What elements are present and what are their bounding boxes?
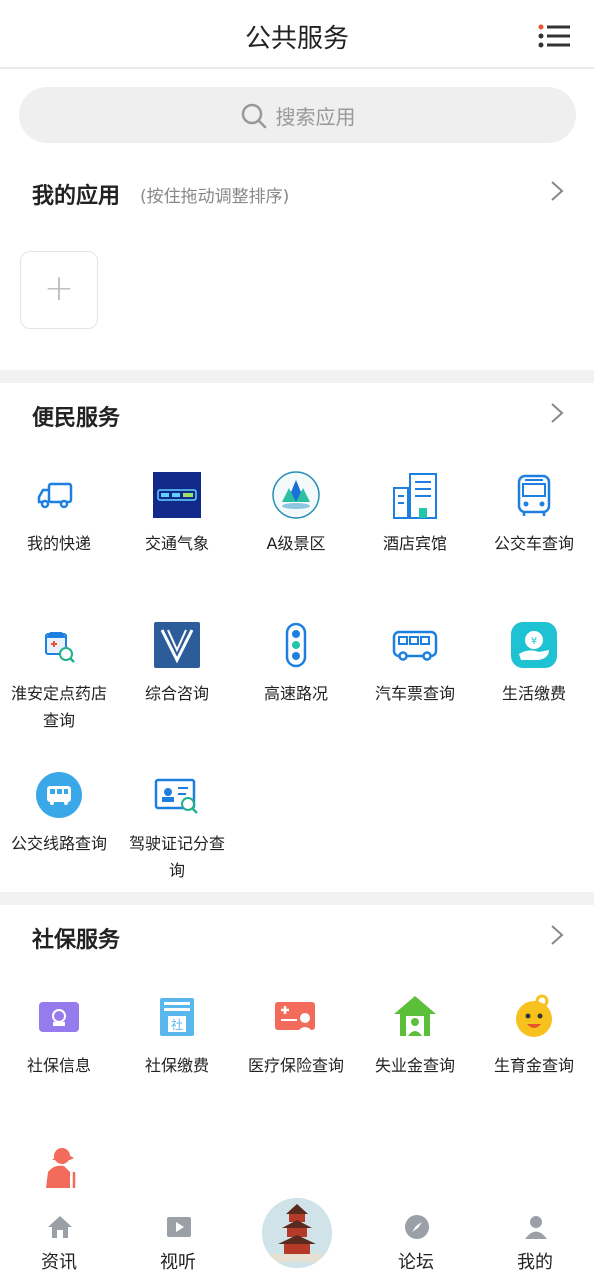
truck-icon bbox=[37, 482, 73, 509]
service-label: 生活缴费 bbox=[501, 684, 566, 703]
service-label: 汽车票查询 bbox=[374, 684, 455, 703]
tower-center-button[interactable] bbox=[262, 1198, 332, 1268]
service-label: 我的快递 bbox=[26, 534, 91, 553]
add-app-button[interactable]: + bbox=[20, 251, 98, 329]
service-consult[interactable]: 综合咨询 bbox=[118, 620, 236, 760]
service-traffic-weather[interactable]: 交通气象 bbox=[118, 470, 236, 610]
bill-payment-icon: ¥ bbox=[511, 622, 557, 668]
tab-mine[interactable]: 我的 bbox=[495, 1200, 575, 1280]
service-label: 驾驶证记分查询 bbox=[128, 834, 225, 880]
service-label: 综合咨询 bbox=[144, 684, 209, 703]
service-label: 高速路况 bbox=[263, 684, 328, 703]
consult-icon bbox=[154, 622, 200, 668]
service-label: 社保缴费 bbox=[144, 1056, 209, 1075]
service-label: 淮安定点药店查询 bbox=[10, 684, 107, 730]
service-pharmacy[interactable]: 淮安定点药店查询 bbox=[0, 620, 118, 760]
maternity-icon bbox=[516, 994, 552, 1037]
tab-news[interactable]: 资讯 bbox=[19, 1200, 99, 1280]
service-label: 交通气象 bbox=[144, 534, 209, 553]
social-medical[interactable]: 医疗保险查询 bbox=[237, 992, 355, 1132]
service-label: 生育金查询 bbox=[493, 1056, 574, 1075]
convenience-header[interactable]: 便民服务 bbox=[0, 392, 594, 436]
convenience-title: 便民服务 bbox=[32, 406, 121, 431]
search-icon bbox=[241, 103, 266, 128]
section-divider bbox=[0, 370, 594, 383]
chevron-right-icon[interactable] bbox=[550, 180, 564, 202]
social-unemployment[interactable]: 失业金查询 bbox=[356, 992, 474, 1132]
tower-center-icon bbox=[262, 1198, 332, 1268]
tab-label: 视听 bbox=[160, 1252, 196, 1273]
app-header: 公共服务 bbox=[0, 0, 594, 69]
search-placeholder: 搜索应用 bbox=[275, 105, 356, 129]
service-bus[interactable]: 公交车查询 bbox=[475, 470, 593, 610]
social-pay-icon: 社 bbox=[160, 998, 194, 1036]
service-label: 公交线路查询 bbox=[10, 834, 107, 853]
elderly-icon bbox=[46, 1148, 76, 1188]
hotel-icon bbox=[393, 473, 437, 519]
search-input[interactable]: 搜索应用 bbox=[19, 87, 576, 143]
social-title: 社保服务 bbox=[32, 928, 121, 953]
tab-video[interactable]: 视听 bbox=[138, 1200, 218, 1280]
social-maternity[interactable]: 生育金查询 bbox=[475, 992, 593, 1132]
coach-icon bbox=[392, 630, 438, 661]
tab-label: 我的 bbox=[517, 1252, 553, 1273]
my-apps-title: 我的应用 bbox=[32, 184, 121, 209]
bus-icon bbox=[517, 474, 551, 516]
my-apps-header[interactable]: 我的应用 (按住拖动调整排序) bbox=[0, 170, 594, 214]
tab-label: 论坛 bbox=[398, 1252, 434, 1273]
page-title: 公共服务 bbox=[244, 24, 349, 54]
plus-icon: + bbox=[43, 268, 75, 309]
pharmacy-search-icon bbox=[45, 632, 75, 663]
service-bill-payment[interactable]: ¥ 生活缴费 bbox=[475, 620, 593, 760]
traffic-weather-icon bbox=[153, 472, 201, 518]
chevron-right-icon[interactable] bbox=[550, 924, 564, 946]
service-a-scenic[interactable]: A级景区 bbox=[237, 470, 355, 610]
service-label: 公交车查询 bbox=[493, 534, 574, 553]
unemployment-icon bbox=[394, 996, 436, 1036]
service-label: A级景区 bbox=[266, 534, 326, 553]
svg-text:¥: ¥ bbox=[531, 636, 537, 647]
social-header[interactable]: 社保服务 bbox=[0, 914, 594, 958]
service-my-express[interactable]: 我的快递 bbox=[0, 470, 118, 610]
service-bus-route[interactable]: 公交线路查询 bbox=[0, 770, 118, 910]
video-icon bbox=[167, 1217, 191, 1237]
bus-route-icon bbox=[36, 772, 82, 818]
compass-icon bbox=[405, 1215, 429, 1239]
social-info-icon bbox=[39, 1002, 79, 1032]
medical-insurance-icon bbox=[275, 1002, 315, 1032]
service-label: 失业金查询 bbox=[374, 1056, 455, 1075]
service-highway[interactable]: 高速路况 bbox=[237, 620, 355, 760]
svg-text:社: 社 bbox=[171, 1017, 183, 1032]
user-icon bbox=[525, 1216, 547, 1239]
tab-forum[interactable]: 论坛 bbox=[376, 1200, 456, 1280]
home-icon bbox=[48, 1216, 72, 1238]
section-divider bbox=[0, 892, 594, 905]
my-apps-hint: (按住拖动调整排序) bbox=[140, 187, 290, 207]
service-label: 酒店宾馆 bbox=[382, 534, 447, 553]
chevron-right-icon[interactable] bbox=[550, 402, 564, 424]
service-hotel[interactable]: 酒店宾馆 bbox=[356, 470, 474, 610]
service-label: 医疗保险查询 bbox=[247, 1056, 344, 1075]
tab-label: 资讯 bbox=[41, 1252, 77, 1273]
social-pay[interactable]: 社 社保缴费 bbox=[118, 992, 236, 1132]
license-search-icon bbox=[154, 778, 198, 814]
social-info[interactable]: 社保信息 bbox=[0, 992, 118, 1132]
service-coach[interactable]: 汽车票查询 bbox=[356, 620, 474, 760]
traffic-light-icon bbox=[285, 622, 307, 668]
list-menu-icon[interactable] bbox=[538, 24, 570, 48]
service-label: 社保信息 bbox=[26, 1056, 91, 1075]
service-license-points[interactable]: 驾驶证记分查询 bbox=[118, 770, 236, 910]
scenic-spot-icon bbox=[272, 471, 320, 519]
